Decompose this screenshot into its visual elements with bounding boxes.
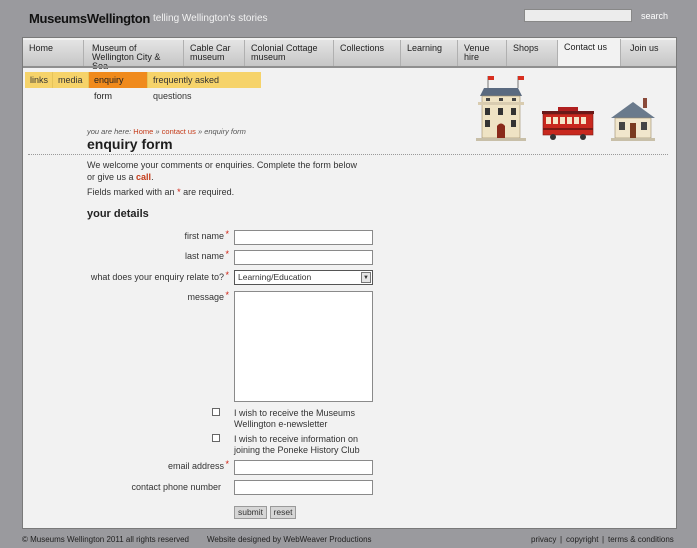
message-textarea[interactable] [234, 291, 373, 402]
first-name-label: first name * [184, 229, 229, 241]
footer-designer-credit[interactable]: Website designed by WebWeaver Production… [207, 535, 372, 544]
nav-tab-shops[interactable]: Shops [507, 40, 558, 66]
subnav-media[interactable]: media [53, 72, 89, 88]
last-name-input[interactable] [234, 250, 373, 265]
enquiry-topic-value: Learning/Education [238, 272, 312, 282]
nav-tab-home[interactable]: Home [23, 40, 84, 66]
intro-text: We welcome your comments or enquiries. C… [87, 160, 357, 182]
message-label: message * [187, 290, 229, 302]
nav-tab-learning[interactable]: Learning [401, 40, 458, 66]
nav-tab-collections[interactable]: Collections [334, 40, 401, 66]
email-input[interactable] [234, 460, 373, 475]
search-button[interactable]: search [641, 11, 668, 21]
nav-tab-join-us[interactable]: Join us [621, 40, 676, 66]
site-tagline: telling Wellington's stories [153, 13, 268, 24]
submit-button[interactable]: submit [234, 506, 267, 519]
subnav-enquiry-form[interactable]: enquiry form [89, 72, 148, 101]
enquiry-topic-label: what does your enquiry relate to? * [90, 270, 229, 282]
reset-button[interactable]: reset [270, 506, 296, 519]
newsletter-label: I wish to receive the Museums Wellington… [234, 408, 356, 429]
breadcrumb-separator: » [197, 127, 203, 136]
chevron-down-icon[interactable]: ▼ [361, 272, 371, 283]
email-label: email address * [167, 459, 229, 471]
enquiry-topic-select[interactable]: Learning/Education ▼ [234, 270, 373, 285]
footer-link-copyright[interactable]: copyright [566, 535, 598, 544]
breadcrumb-prefix: you are here: [87, 127, 132, 136]
subnav-faq[interactable]: frequently asked questions [148, 72, 261, 101]
cable-car-illustration [542, 107, 594, 140]
nav-tab-venue-hire[interactable]: Venue hire [458, 40, 507, 66]
footer-link-terms[interactable]: terms & conditions [608, 535, 674, 544]
phone-input[interactable] [234, 480, 373, 495]
breadcrumb-home-link[interactable]: Home [133, 127, 153, 136]
nav-tab-cable-car[interactable]: Cable Car museum [184, 40, 245, 66]
footer-separator: | [560, 535, 563, 544]
newsletter-checkbox[interactable] [212, 408, 220, 416]
section-title: your details [87, 208, 149, 220]
dotted-divider [28, 154, 668, 155]
required-note: Fields marked with an * are required. [87, 187, 235, 197]
required-star: * [177, 187, 181, 197]
nav-tab-museum-of-wellington[interactable]: Museum of Wellington City & Sea [84, 40, 184, 71]
nav-bar-shadow [23, 66, 676, 68]
breadcrumb-separator: » [155, 127, 160, 136]
history-club-checkbox[interactable] [212, 434, 220, 442]
breadcrumb-current: enquiry form [204, 127, 246, 136]
history-club-label: I wish to receive information on joining… [234, 434, 360, 455]
phone-label: contact phone number [131, 482, 221, 492]
breadcrumb: you are here: Home » contact us » enquir… [87, 127, 246, 136]
call-link[interactable]: call [136, 172, 151, 182]
subnav-links[interactable]: links [25, 72, 53, 88]
nav-tab-contact-us[interactable]: Contact us [558, 39, 621, 68]
footer-link-privacy[interactable]: privacy [531, 535, 556, 544]
site-logo[interactable]: MuseumsWellington [29, 11, 150, 26]
nav-tab-colonial-cottage[interactable]: Colonial Cottage museum [245, 40, 334, 66]
breadcrumb-contact-link[interactable]: contact us [162, 127, 196, 136]
footer-separator: | [602, 535, 605, 544]
colonial-cottage-illustration [611, 98, 655, 141]
footer-copyright: © Museums Wellington 2011 all rights res… [22, 535, 190, 544]
search-input[interactable] [524, 9, 632, 22]
last-name-label: last name * [184, 249, 229, 261]
page-title: enquiry form [87, 136, 173, 152]
museum-building-illustration [476, 76, 526, 141]
first-name-input[interactable] [234, 230, 373, 245]
